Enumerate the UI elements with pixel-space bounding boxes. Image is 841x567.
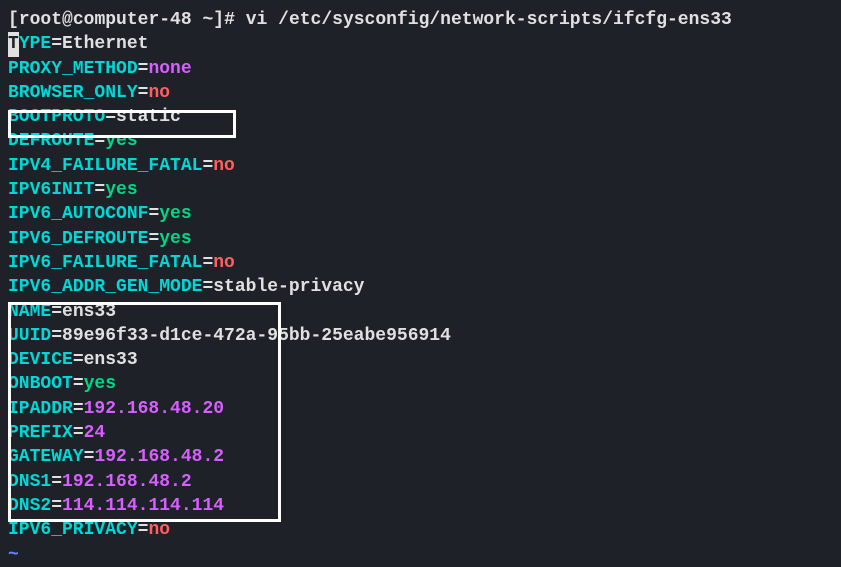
config-line: IPV6_AUTOCONF=yes [8, 202, 833, 226]
cursor: T [8, 32, 19, 56]
config-line: BOOTPROTO=static [8, 105, 833, 129]
config-key: IPV6_PRIVACY [8, 520, 138, 540]
config-key: PROXY_METHOD [8, 59, 138, 79]
config-key: GATEWAY [8, 447, 84, 467]
config-key: UUID [8, 326, 51, 346]
config-line: UUID=89e96f33-d1ce-472a-95bb-25eabe95691… [8, 324, 833, 348]
config-key: IPV6_DEFROUTE [8, 229, 148, 249]
config-key: DEFROUTE [8, 131, 94, 151]
config-value: no [148, 83, 170, 103]
config-line: IPADDR=192.168.48.20 [8, 397, 833, 421]
config-key: IPV6_ADDR_GEN_MODE [8, 277, 202, 297]
command-text: vi /etc/sysconfig/network-scripts/ifcfg-… [246, 10, 732, 30]
equals: = [51, 302, 62, 322]
config-key: PREFIX [8, 423, 73, 443]
config-key: IPV4_FAILURE_FATAL [8, 156, 202, 176]
vi-tilde: ~ [8, 545, 19, 565]
config-key: BROWSER_ONLY [8, 83, 138, 103]
config-line: DEVICE=ens33 [8, 348, 833, 372]
config-key: ONBOOT [8, 374, 73, 394]
bracket-close: ] [213, 10, 224, 30]
config-value: ens33 [84, 350, 138, 370]
config-value: 89e96f33-d1ce-472a-95bb-25eabe956914 [62, 326, 451, 346]
terminal-content[interactable]: [root@computer-48 ~]# vi /etc/sysconfig/… [8, 8, 833, 567]
config-key: DNS2 [8, 496, 51, 516]
config-value: Ethernet [62, 34, 148, 54]
equals: = [73, 399, 84, 419]
space [192, 10, 203, 30]
config-value: none [148, 59, 191, 79]
config-key: IPV6_AUTOCONF [8, 204, 148, 224]
config-value: 192.168.48.2 [62, 472, 192, 492]
config-line: IPV6_PRIVACY=no [8, 518, 833, 542]
equals: = [105, 107, 116, 127]
equals: = [84, 447, 95, 467]
equals: = [202, 253, 213, 273]
config-line: GATEWAY=192.168.48.2 [8, 445, 833, 469]
config-line: IPV6_ADDR_GEN_MODE=stable-privacy [8, 275, 833, 299]
equals: = [148, 229, 159, 249]
config-value: no [213, 253, 235, 273]
equals: = [51, 34, 62, 54]
prompt-user: root [19, 10, 62, 30]
config-line: TYPE=Ethernet [8, 32, 833, 56]
config-line: DEFROUTE=yes [8, 129, 833, 153]
config-key: YPE [19, 34, 51, 54]
prompt-host: computer-48 [73, 10, 192, 30]
config-value: yes [105, 131, 137, 151]
config-value: yes [105, 180, 137, 200]
equals: = [202, 156, 213, 176]
config-line: PREFIX=24 [8, 421, 833, 445]
config-key: IPV6_FAILURE_FATAL [8, 253, 202, 273]
space [235, 10, 246, 30]
equals: = [51, 472, 62, 492]
config-line: BROWSER_ONLY=no [8, 81, 833, 105]
config-value: yes [159, 204, 191, 224]
config-key: BOOTPROTO [8, 107, 105, 127]
equals: = [73, 423, 84, 443]
equals: = [94, 131, 105, 151]
prompt-line: [root@computer-48 ~]# vi /etc/sysconfig/… [8, 8, 833, 32]
config-key: DNS1 [8, 472, 51, 492]
config-value: no [213, 156, 235, 176]
config-key: IPADDR [8, 399, 73, 419]
config-value: no [148, 520, 170, 540]
config-line: IPV4_FAILURE_FATAL=no [8, 154, 833, 178]
config-line: PROXY_METHOD=none [8, 57, 833, 81]
tilde-line: ~ [8, 543, 833, 567]
config-value: 192.168.48.20 [84, 399, 224, 419]
equals: = [148, 204, 159, 224]
equals: = [51, 496, 62, 516]
config-value: 24 [84, 423, 106, 443]
equals: = [73, 350, 84, 370]
config-key: IPV6INIT [8, 180, 94, 200]
equals: = [94, 180, 105, 200]
config-value: yes [84, 374, 116, 394]
at-sign: @ [62, 10, 73, 30]
prompt-symbol: # [224, 10, 235, 30]
config-value: ens33 [62, 302, 116, 322]
equals: = [138, 59, 149, 79]
config-value: stable-privacy [213, 277, 364, 297]
config-key: DEVICE [8, 350, 73, 370]
equals: = [73, 374, 84, 394]
config-line: IPV6_DEFROUTE=yes [8, 227, 833, 251]
config-value: 192.168.48.2 [94, 447, 224, 467]
config-value: static [116, 107, 181, 127]
config-line: DNS2=114.114.114.114 [8, 494, 833, 518]
config-line: NAME=ens33 [8, 300, 833, 324]
config-line: IPV6INIT=yes [8, 178, 833, 202]
config-value: yes [159, 229, 191, 249]
bracket-open: [ [8, 10, 19, 30]
config-line: DNS1=192.168.48.2 [8, 470, 833, 494]
config-value: 114.114.114.114 [62, 496, 224, 516]
prompt-path: ~ [202, 10, 213, 30]
config-line: IPV6_FAILURE_FATAL=no [8, 251, 833, 275]
config-key: NAME [8, 302, 51, 322]
equals: = [202, 277, 213, 297]
equals: = [138, 83, 149, 103]
config-line: ONBOOT=yes [8, 372, 833, 396]
equals: = [138, 520, 149, 540]
equals: = [51, 326, 62, 346]
